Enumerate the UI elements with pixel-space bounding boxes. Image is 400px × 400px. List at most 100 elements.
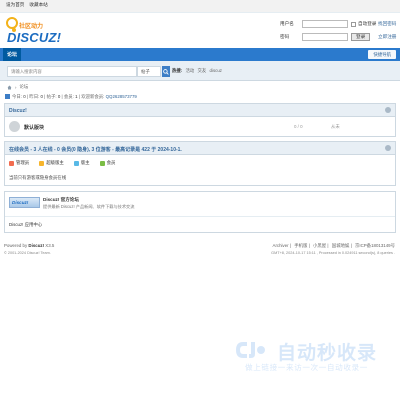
online-members: 在线会员 - 3 人在线 - 0 会员(0 隐身), 3 位游客 - 最高记录是… [4,141,396,186]
register-link[interactable]: 立即注册 [378,34,396,40]
welcome-label: 欢迎新会员: [81,94,105,99]
login-form: 用户名 自动登录 密码 登录 找回密码 立即注册 [280,20,396,46]
find-password-link[interactable]: 找回密码 [378,21,396,27]
watermark-title: 自动秒收录 [277,343,378,364]
password-input[interactable] [302,33,348,41]
app-center-link[interactable]: Discuz! 应用中心 [9,222,42,228]
powered-by: Powered by Discuz! X3.5 [4,243,54,248]
members-value: 1 [75,94,78,99]
hot-search-item[interactable]: 交友 [198,68,207,73]
blacklist-link[interactable]: 小黑屋 [313,243,326,248]
member-legend: 管理员 超级版主 版主 会员 [9,160,115,166]
posts-label: 帖子: [46,94,57,99]
admin-icon [9,160,14,166]
breadcrumb-forum[interactable]: 论坛 [19,84,28,90]
site-name-link[interactable]: 国城地娱 [332,243,350,248]
link-title[interactable]: Discuz! 官方论坛 [43,197,79,203]
online-header: 在线会员 - 3 人在线 - 0 会员(0 隐身), 3 位游客 - 最高记录是… [5,142,395,155]
link-logo-text: Discuz! [12,200,29,205]
posts-value: 0 [57,94,61,99]
forum-last-post: 从未 [331,124,340,129]
forum-counts: 0 / 0 [294,124,303,129]
gmt-info: GMT+8, 2024-10-17 15:11 , Processed in 0… [271,251,395,255]
search-type-select[interactable]: 帖子 [137,66,161,77]
search-bar: 请输入搜索内容 帖子 热搜: 活动 交友 discuz [0,61,400,81]
version: X3.5 [45,243,55,248]
members-label: 会员: [63,94,74,99]
legend-label: 会员 [106,160,116,165]
legend-label: 超级版主 [46,160,64,165]
logo-ring-icon [6,17,18,29]
username-row: 用户名 自动登录 [280,20,376,28]
username-label: 用户名 [280,21,294,26]
link-description: 提供最新 Discuz! 产品新闻、软件下载与技术交流 [43,204,135,209]
archiver-link[interactable]: Archiver [273,243,289,248]
divider [5,216,395,217]
search-icon [163,68,169,75]
super-mod-icon [39,160,45,166]
nav-tab-forum[interactable]: 论坛 [3,48,22,61]
friend-links: Discuz! Discuz! 官方论坛 提供最新 Discuz! 产品新闻、软… [4,191,396,233]
username-input[interactable] [302,20,348,28]
legend-label: 版主 [80,160,90,165]
online-title[interactable]: 在线会员 - 3 人在线 - 0 会员(0 隐身), 3 位游客 - 最高记录是… [9,146,182,153]
copyright: © 2001-2024 Discuz! Team. [4,251,51,255]
favorite-link[interactable]: 收藏本站 [29,2,47,8]
collapse-icon[interactable] [385,145,391,151]
legend-item: 版主 [73,160,90,166]
hot-search-item[interactable]: 活动 [185,68,194,73]
remember-label: 自动登录 [358,21,377,26]
legend-item: 超级版主 [39,160,64,166]
footer-links: Archiver | 手机版 | 小黑屋 | 国城地娱 | 京ICP备18013… [272,243,395,248]
top-bar: 设为首页 收藏本站 [0,0,400,13]
stats-icon [5,94,10,99]
legend-label: 管理员 [16,160,30,165]
password-label: 密码 [280,34,290,39]
watermark-slogan: 做上链接一来访一次一自动收录一 [245,363,368,372]
category-header: Discuz! [5,104,395,117]
top-links: 设为首页 收藏本站 [6,2,48,8]
discuz-link-logo[interactable]: Discuz! [9,197,40,208]
logo-en-text: DISCUZ! [7,30,62,45]
yesterday-value: 0 [40,94,43,99]
forum-stats: 今日: 0 | 昨日: 0 | 帖子: 0 | 会员: 1 | 欢迎新会员: Q… [5,94,137,100]
category-title[interactable]: Discuz! [9,108,27,114]
login-button[interactable]: 登录 [351,33,371,41]
member-icon [99,160,105,166]
forum-status-icon [9,121,20,132]
logo-cn-text: 社区动力 [19,24,44,30]
breadcrumb-sep: › [15,84,17,90]
home-icon[interactable] [7,85,12,90]
legend-item: 管理员 [9,160,29,166]
today-value: 0 [23,94,26,99]
main-nav: 论坛 快捷导航 [0,48,400,61]
watermark: 自动秒收录 做上链接一来访一次一自动收录一 [233,338,389,374]
moderator-icon [73,160,79,166]
product-link[interactable]: Discuz! [28,243,44,248]
watermark-logo-icon [236,342,265,358]
footer: Powered by Discuz! X3.5 © 2001-2024 Disc… [0,240,400,262]
site-logo[interactable]: 社区动力 DISCUZ! [5,17,61,45]
newest-member-link[interactable]: QQ2628573779 [106,94,137,99]
search-input[interactable]: 请输入搜索内容 [7,66,137,77]
forum-name[interactable]: 默认版块 [24,124,44,131]
collapse-icon[interactable] [385,107,391,113]
hot-searches: 热搜: 活动 交友 discuz [172,68,222,74]
online-note: 当前只有游客或隐身会员在线 [9,175,67,180]
powered-label: Powered by [4,243,28,248]
forum-category: Discuz! 默认版块 0 / 0 从未 [4,103,396,137]
hot-search-item[interactable]: discuz [210,68,222,73]
set-home-link[interactable]: 设为首页 [6,2,24,8]
quick-nav-button[interactable]: 快捷导航 [368,50,396,59]
yesterday-label: 昨日: [29,94,40,99]
breadcrumb: › 论坛 [7,84,28,90]
today-label: 今日: [12,94,23,99]
remember-checkbox[interactable] [351,21,356,27]
search-button[interactable] [162,66,170,77]
icp-link[interactable]: 京ICP备18013149号 [355,243,395,248]
password-row: 密码 登录 [280,33,371,41]
hot-label: 热搜: [172,68,183,73]
forum-row: 默认版块 0 / 0 从未 [5,118,395,136]
legend-item: 会员 [99,160,116,166]
mobile-link[interactable]: 手机版 [294,243,307,248]
